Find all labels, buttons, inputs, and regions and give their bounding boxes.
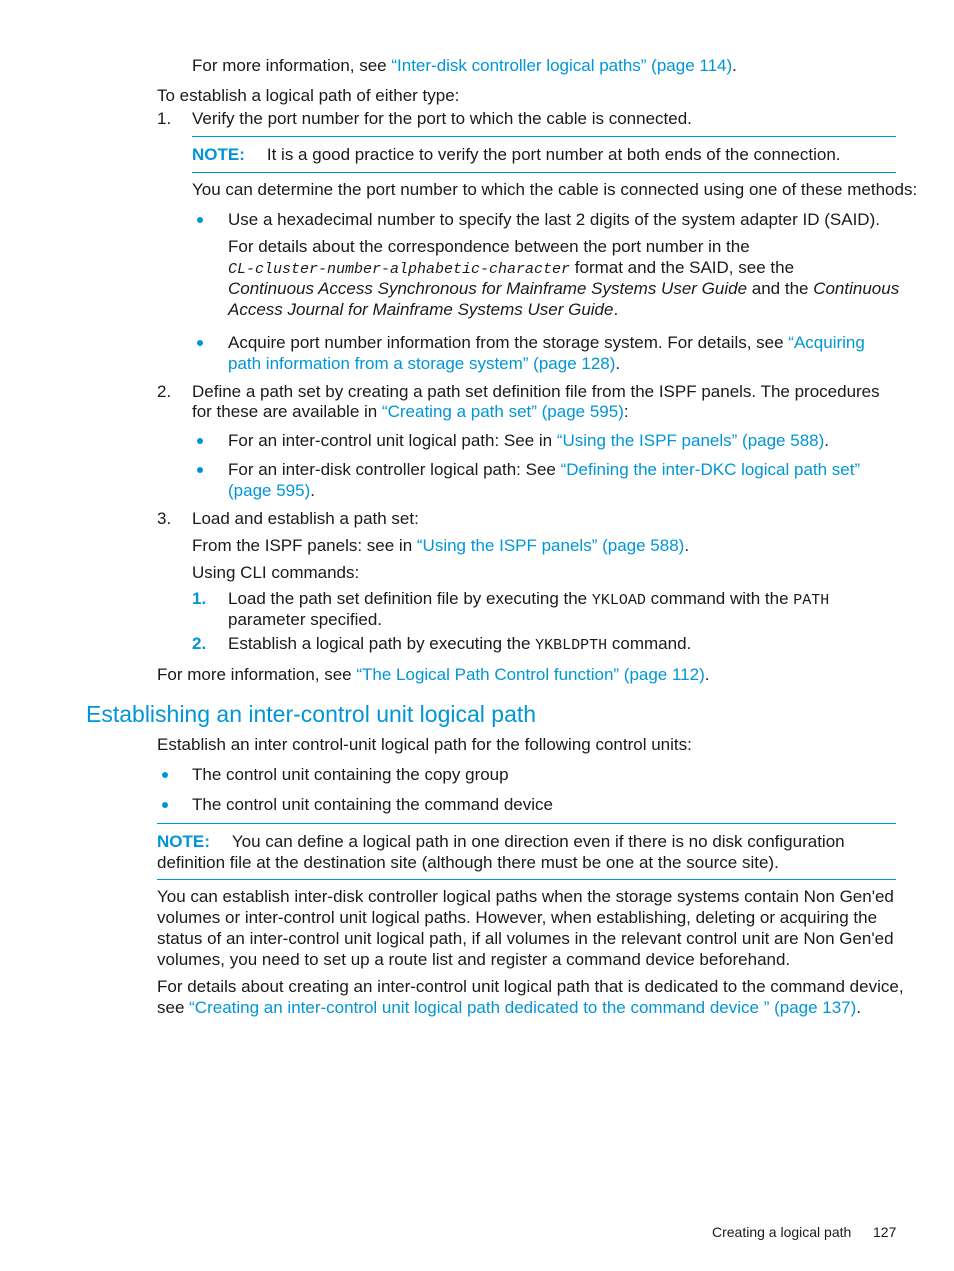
- link-defining-inter-dkc-cont[interactable]: (page 595): [228, 481, 310, 500]
- step-1-text: Verify the port number for the port to w…: [192, 109, 692, 128]
- text: Acquire port number information from the…: [228, 333, 789, 352]
- section-note-line2: definition file at the destination site …: [157, 853, 779, 872]
- substep-1-line2: parameter specified.: [228, 610, 383, 629]
- text: .: [704, 665, 710, 684]
- step-3-number: 3.: [157, 509, 172, 528]
- method-2-line2: path information from a storage system” …: [228, 353, 620, 374]
- note-text: You can define a logical path in one dir…: [231, 832, 845, 851]
- text: .: [310, 481, 315, 500]
- text: For an inter-control unit logical path: …: [228, 431, 557, 450]
- para1-line4: volumes, you need to set up a route list…: [157, 950, 791, 969]
- step-1-number: 1.: [157, 109, 172, 128]
- para1-line2: volumes or inter-control unit logical pa…: [157, 908, 878, 927]
- text: .: [824, 431, 829, 450]
- text: .: [684, 536, 690, 555]
- footer-section-title: Creating a logical path: [712, 1224, 852, 1240]
- step-2-number: 2.: [157, 382, 172, 401]
- note-rule-bottom: [157, 879, 896, 880]
- text: .: [615, 354, 621, 373]
- text: command.: [607, 634, 692, 653]
- method-1-detail-line3: Continuous Access Synchronous for Mainfr…: [228, 278, 899, 299]
- link-acquiring-path-info-cont[interactable]: path information from a storage system” …: [228, 354, 615, 373]
- link-acquiring-path-info[interactable]: “Acquiring: [788, 333, 865, 352]
- bullet-icon: [197, 340, 203, 346]
- step-2-bullet-2-line2: (page 595).: [228, 480, 315, 501]
- link-creating-path-set[interactable]: “Creating a path set” (page 595): [382, 402, 624, 421]
- note-1: NOTE: It is a good practice to verify the…: [192, 144, 841, 165]
- note-text: It is a good practice to verify the port…: [266, 145, 841, 164]
- bullet-icon: [197, 217, 203, 223]
- link-inter-disk-controller-logical-paths[interactable]: “Inter-disk controller logical paths” (p…: [391, 56, 732, 75]
- establish-intro: To establish a logical path of either ty…: [157, 86, 460, 105]
- method-1-detail-line1: For details about the correspondence bet…: [228, 237, 750, 256]
- step-3-text: Load and establish a path set:: [192, 509, 419, 528]
- link-creating-dedicated-path[interactable]: “Creating an inter-control unit logical …: [189, 998, 856, 1017]
- link-using-ispf-panels[interactable]: “Using the ISPF panels” (page 588): [557, 431, 824, 450]
- section-heading: Establishing an inter-control unit logic…: [86, 701, 537, 727]
- text: For more information, see: [192, 56, 392, 75]
- text: see: [157, 998, 190, 1017]
- para1-line3: status of an inter-control unit logical …: [157, 929, 894, 948]
- methods-intro: You can determine the port number to whi…: [192, 180, 918, 199]
- text: For more information, see: [157, 665, 357, 684]
- substep-1-line1: Load the path set definition file by exe…: [228, 588, 829, 611]
- bullet-icon: [197, 438, 203, 444]
- code-port-format: CL-cluster-number-alphabetic-character: [228, 261, 571, 278]
- doc-title-ca-journal-b: Access Journal for Mainframe Systems Use…: [228, 300, 614, 319]
- para2-line2: see “Creating an inter-control unit logi…: [157, 997, 861, 1018]
- step-2-bullet-2-line1: For an inter-disk controller logical pat…: [228, 459, 860, 480]
- section-note-line1: NOTE: You can define a logical path in on…: [157, 831, 845, 852]
- substep-2-number: 2.: [192, 634, 207, 653]
- link-logical-path-control-function[interactable]: “The Logical Path Control function” (pag…: [356, 665, 704, 684]
- method-1-detail-line2: CL-cluster-number-alphabetic-character f…: [228, 257, 794, 280]
- section-bullet-2: The control unit containing the command …: [192, 795, 553, 814]
- more-info-line: For more information, see “Inter-disk co…: [192, 55, 737, 76]
- text: and the: [747, 279, 814, 298]
- text: Establish a logical path by executing th…: [228, 634, 536, 653]
- step-2-bullet-1: For an inter-control unit logical path: …: [228, 430, 829, 451]
- substep-2-line: Establish a logical path by executing th…: [228, 633, 691, 656]
- section-intro: Establish an inter control-unit logical …: [157, 735, 692, 754]
- text: From the ISPF panels: see in: [192, 536, 417, 555]
- step-2-line1: Define a path set by creating a path set…: [192, 382, 880, 401]
- bullet-icon: [162, 802, 168, 808]
- bullet-icon: [162, 772, 168, 778]
- substep-1-number: 1.: [192, 589, 207, 608]
- cli-intro: Using CLI commands:: [192, 563, 360, 582]
- method-1-text: Use a hexadecimal number to specify the …: [228, 210, 880, 229]
- text: Load the path set definition file by exe…: [228, 589, 592, 608]
- para2-line1: For details about creating an inter-cont…: [157, 977, 904, 996]
- section-bullet-1: The control unit containing the copy gro…: [192, 765, 509, 784]
- text: for these are available in: [192, 402, 382, 421]
- step-3-ispf: From the ISPF panels: see in “Using the …: [192, 535, 689, 556]
- code-ykbldpth: YKBLDPTH: [535, 637, 608, 654]
- note-label: NOTE:: [192, 145, 245, 164]
- text: .: [613, 300, 619, 319]
- note-rule-top: [157, 823, 896, 824]
- text: For an inter-disk controller logical pat…: [228, 460, 561, 479]
- bullet-icon: [197, 467, 203, 473]
- method-2-line1: Acquire port number information from the…: [228, 332, 865, 353]
- doc-title-ca-sync: Continuous Access Synchronous for Mainfr…: [228, 279, 748, 298]
- para1-line1: You can establish inter-disk controller …: [157, 887, 894, 906]
- doc-title-ca-journal-a: Continuous: [813, 279, 900, 298]
- note-rule-top: [192, 136, 896, 137]
- text: .: [856, 998, 862, 1017]
- text: .: [732, 56, 737, 75]
- code-path: PATH: [793, 592, 830, 609]
- note-rule-bottom: [192, 172, 896, 173]
- text: format and the SAID, see the: [570, 258, 795, 277]
- link-defining-inter-dkc[interactable]: “Defining the inter-DKC logical path set…: [561, 460, 861, 479]
- step-2-line2: for these are available in “Creating a p…: [192, 401, 629, 422]
- link-using-ispf-panels-2[interactable]: “Using the ISPF panels” (page 588): [417, 536, 684, 555]
- outro-line: For more information, see “The Logical P…: [157, 664, 709, 685]
- note-label: NOTE:: [157, 832, 210, 851]
- method-1-detail-line4: Access Journal for Mainframe Systems Use…: [228, 299, 618, 320]
- code-ykload: YKLOAD: [591, 592, 646, 609]
- text: :: [623, 402, 629, 421]
- footer-page-number: 127: [873, 1224, 897, 1240]
- text: command with the: [645, 589, 794, 608]
